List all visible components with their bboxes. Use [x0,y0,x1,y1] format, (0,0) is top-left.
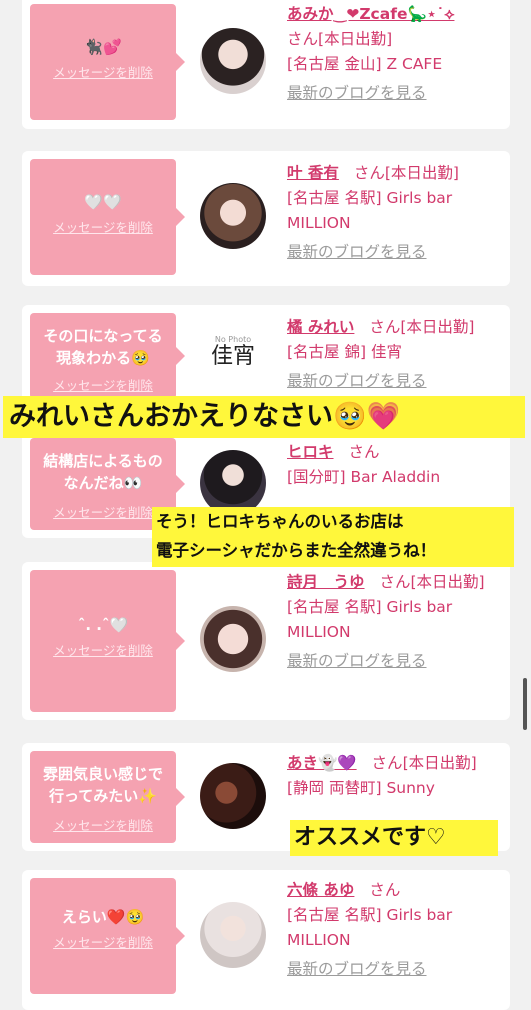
cast-name-link[interactable]: 叶 香有 [287,164,339,182]
shop-name: [静岡 両替町] Sunny [287,779,435,797]
no-photo-label: No Photo [214,335,252,344]
attendance-status: [本日出勤] [318,30,393,48]
attendance-status: [本日出勤] [402,754,477,772]
attendance-status: [本日出勤] [410,573,485,591]
delete-message-link[interactable]: メッセージを削除 [34,217,172,236]
avatar[interactable] [200,606,266,672]
cast-name-link[interactable]: 橘 みれい [287,318,354,336]
shop-name: [名古屋 名駅] Girls bar MILLION [287,189,453,232]
cast-info: 六條 あゆ さん [名古屋 名駅] Girls bar MILLION 最新のブ… [287,878,502,982]
message-card: えらい❤️🥹 メッセージを削除 六條 あゆ さん [名古屋 名駅] Girls … [22,870,510,1010]
attendance-status: [本日出勤] [400,318,475,336]
message-card: その口になってる 現象わかる🥹 メッセージを削除 No Photo 佳宵 橘 み… [22,305,510,405]
shop-name: [名古屋 名駅] Girls bar MILLION [287,598,453,641]
delete-message-link[interactable]: メッセージを削除 [34,815,172,834]
cast-info: 詩月 うゆ さん[本日出勤] [名古屋 名駅] Girls bar MILLIO… [287,570,502,674]
cast-info: 橘 みれい さん[本日出勤] [名古屋 錦] 佳宵 最新のブログを見る [287,315,502,394]
honorific: さん [369,881,401,899]
cast-info: あき👻💜 さん[本日出勤] [静岡 両替町] Sunny [287,751,502,801]
cast-name-link[interactable]: あき👻💜 [287,754,357,772]
message-bubble: その口になってる 現象わかる🥹 メッセージを削除 [30,313,185,399]
honorific: さん [369,318,401,336]
avatar[interactable] [200,763,266,829]
message-text: その口になってる 現象わかる🥹 [43,327,163,367]
message-card: 🐈‍⬛💕 メッセージを削除 あみか‿❤︎Zcafe🦕⋆˙⟡ さん[本日出勤] [… [22,0,510,129]
message-text: ˆ. .ˆ🤍 [77,616,129,634]
shop-name: [名古屋 錦] 佳宵 [287,343,402,361]
message-text: 🐈‍⬛💕 [84,38,122,56]
avatar[interactable] [200,902,266,968]
cast-info: あみか‿❤︎Zcafe🦕⋆˙⟡ さん[本日出勤] [名古屋 金山] Z CAFE… [287,2,502,106]
message-bubble: 雰囲気良い感じで 行ってみたい✨ メッセージを削除 [30,751,185,843]
shop-name: [国分町] Bar Aladdin [287,468,441,486]
honorific: さん [371,754,403,772]
caption-overlay: みれいさんおかえりなさい🥹💗 [3,396,525,438]
message-text: 結構店によるもの なんだね👀 [43,452,163,492]
caption-line: そう！ヒロキちゃんのいるお店は [156,512,404,531]
message-text: 🤍🤍 [84,193,122,211]
caption-overlay: そう！ヒロキちゃんのいるお店は 電子シーシャだからまた全然違うね！ [152,507,514,567]
message-bubble: 🤍🤍 メッセージを削除 [30,159,185,275]
honorific: さん [379,573,411,591]
caption-line: 電子シーシャだからまた全然違うね！ [156,541,437,560]
scrollbar[interactable] [523,678,527,730]
avatar[interactable]: No Photo 佳宵 [200,325,266,391]
message-card: 🤍🤍 メッセージを削除 叶 香有 さん[本日出勤] [名古屋 名駅] Girls… [22,151,510,286]
caption-overlay: オススメです♡ [290,820,498,856]
blog-link[interactable]: 最新のブログを見る [287,649,502,674]
blog-link[interactable]: 最新のブログを見る [287,369,502,394]
delete-message-link[interactable]: メッセージを削除 [34,62,172,81]
shop-name: [名古屋 名駅] Girls bar MILLION [287,906,453,949]
honorific: さん [348,443,380,461]
message-text: えらい❤️🥹 [61,908,145,926]
cast-name-link[interactable]: 詩月 うゆ [287,573,365,591]
honorific: さん [353,164,385,182]
cast-name-link[interactable]: 六條 あゆ [287,881,354,899]
blog-link[interactable]: 最新のブログを見る [287,957,502,982]
delete-message-link[interactable]: メッセージを削除 [34,932,172,951]
message-bubble: ˆ. .ˆ🤍 メッセージを削除 [30,570,185,712]
cast-name-link[interactable]: ヒロキ [287,443,334,461]
avatar[interactable] [200,183,266,249]
message-bubble: えらい❤️🥹 メッセージを削除 [30,878,185,994]
delete-message-link[interactable]: メッセージを削除 [34,375,172,394]
blog-link[interactable]: 最新のブログを見る [287,240,502,265]
delete-message-link[interactable]: メッセージを削除 [34,640,172,659]
honorific: さん [287,30,319,48]
cast-info: 叶 香有 さん[本日出勤] [名古屋 名駅] Girls bar MILLION… [287,161,502,265]
cast-name-link[interactable]: あみか‿❤︎Zcafe🦕⋆˙⟡ [287,5,454,23]
avatar[interactable] [200,28,266,94]
message-card: ˆ. .ˆ🤍 メッセージを削除 詩月 うゆ さん[本日出勤] [名古屋 名駅] … [22,562,510,720]
shop-logo-text: 佳宵 [210,344,255,369]
message-text: 雰囲気良い感じで 行ってみたい✨ [42,765,163,805]
message-bubble: 🐈‍⬛💕 メッセージを削除 [30,4,185,120]
cast-info: ヒロキ さん [国分町] Bar Aladdin [287,440,502,490]
shop-name: [名古屋 金山] Z CAFE [287,55,443,73]
attendance-status: [本日出勤] [384,164,459,182]
blog-link[interactable]: 最新のブログを見る [287,81,502,106]
